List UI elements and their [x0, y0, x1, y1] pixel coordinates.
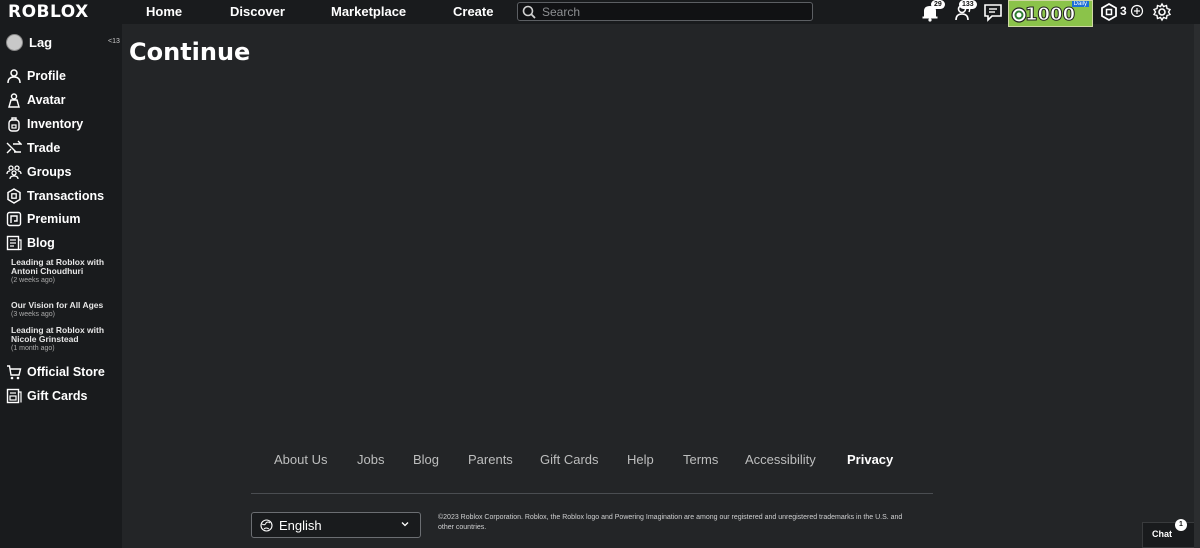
sidebar-item-transactions[interactable]: Transactions [6, 186, 104, 206]
globe-icon [260, 518, 273, 532]
sidebar-item-groups[interactable]: Groups [6, 162, 71, 182]
robux-button[interactable] [1099, 2, 1121, 22]
premium-icon [6, 211, 22, 227]
sidebar-item-profile[interactable]: Profile [6, 66, 66, 86]
sidebar-age-indicator: <13 [108, 38, 120, 45]
gear-icon [1152, 2, 1172, 22]
gift-card-icon [6, 388, 22, 404]
footer-link-jobs[interactable]: Jobs [357, 452, 384, 467]
daily-tag: Daily [1071, 1, 1089, 7]
backpack-icon [8, 117, 20, 132]
blog-post-title: Our Vision for All Ages [11, 300, 104, 310]
top-nav-bar: ROBLOX Home Discover Marketplace Create … [0, 0, 1200, 27]
footer-link-about-us[interactable]: About Us [274, 452, 327, 467]
sidebar-item-label: Trade [27, 141, 61, 155]
robux-icon [1101, 2, 1117, 22]
left-sidebar: Lag <13 Profile Avatar Inventory Trade G… [0, 24, 122, 548]
sidebar-item-trade[interactable]: Trade [6, 138, 60, 158]
nav-discover[interactable]: Discover [230, 4, 285, 19]
friends-badge: 133 [959, 0, 977, 9]
blog-post-link[interactable]: Our Vision for All Ages (3 weeks ago) [11, 301, 111, 319]
footer-link-terms[interactable]: Terms [683, 452, 718, 467]
sidebar-item-inventory[interactable]: Inventory [6, 114, 83, 134]
robux-hexagon-icon [7, 188, 21, 204]
buy-robux-button[interactable] [1130, 4, 1144, 18]
chat-badge: 1 [1175, 519, 1187, 531]
avatar [6, 34, 23, 51]
sidebar-item-blog[interactable]: Blog [6, 233, 55, 253]
profile-icon [7, 69, 21, 84]
nav-marketplace[interactable]: Marketplace [331, 4, 406, 19]
footer-link-blog[interactable]: Blog [413, 452, 439, 467]
notifications-button[interactable]: 29 [920, 0, 945, 22]
sidebar-item-label: Profile [27, 69, 66, 83]
footer-link-privacy[interactable]: Privacy [847, 452, 893, 467]
footer-divider [251, 493, 933, 494]
user-name: Lag [29, 35, 53, 50]
sidebar-item-avatar[interactable]: Avatar [6, 90, 65, 110]
daily-robux-promo[interactable]: 1000 Daily [1008, 0, 1093, 27]
footer-link-accessibility[interactable]: Accessibility [745, 452, 816, 467]
messages-button[interactable] [983, 2, 1005, 22]
avatar-icon [8, 93, 20, 108]
blog-post-link[interactable]: Leading at Roblox with Antoni Choudhuri … [11, 258, 111, 285]
shopping-cart-icon [7, 365, 22, 380]
blog-post-title: Leading at Roblox with Antoni Choudhuri [11, 257, 105, 276]
footer-link-help[interactable]: Help [627, 452, 654, 467]
sidebar-user[interactable]: Lag [6, 34, 52, 51]
footer-link-gift-cards[interactable]: Gift Cards [540, 452, 599, 467]
nav-home[interactable]: Home [146, 4, 182, 19]
robux-balance: 3 [1120, 4, 1127, 18]
page-title: Continue [129, 38, 251, 66]
notifications-badge: 29 [931, 0, 945, 9]
chat-button[interactable]: Chat 1 [1142, 519, 1200, 548]
blog-post-age: (1 month ago) [11, 345, 55, 352]
sidebar-item-label: Official Store [27, 365, 105, 379]
sidebar-item-label: Transactions [27, 189, 105, 203]
chevron-down-icon [401, 522, 409, 527]
nav-create[interactable]: Create [453, 4, 493, 19]
sidebar-item-label: Avatar [27, 93, 66, 107]
blog-post-link[interactable]: Leading at Roblox with Nicole Grinstead … [11, 326, 111, 353]
sidebar-item-premium[interactable]: Premium [6, 209, 81, 229]
roblox-logo[interactable]: ROBLOX [8, 2, 89, 22]
sidebar-item-label: Inventory [27, 117, 84, 131]
sidebar-item-label: Blog [27, 236, 55, 250]
page-scrollbar[interactable] [1194, 24, 1200, 548]
sidebar-item-label: Gift Cards [27, 389, 88, 403]
settings-button[interactable] [1152, 2, 1174, 22]
sidebar-item-label: Groups [27, 165, 72, 179]
blog-icon [6, 235, 22, 251]
sidebar-item-official-store[interactable]: Official Store [6, 362, 105, 382]
language-selector[interactable]: English [251, 512, 421, 538]
language-value: English [279, 517, 322, 533]
friends-button[interactable]: 133 [954, 0, 977, 22]
sidebar-item-gift-cards[interactable]: Gift Cards [6, 386, 87, 406]
copyright-text: ©2023 Roblox Corporation. Roblox, the Ro… [438, 514, 903, 531]
blog-post-age: (2 weeks ago) [11, 277, 55, 284]
trade-icon [6, 140, 22, 154]
blog-post-age: (3 weeks ago) [11, 311, 55, 318]
chat-bubble-icon [984, 4, 1002, 22]
sidebar-item-label: Premium [27, 212, 81, 226]
search-icon [522, 5, 536, 19]
blog-post-title: Leading at Roblox with Nicole Grinstead [11, 325, 105, 344]
groups-icon [6, 165, 22, 180]
plus-circle-icon [1130, 4, 1144, 18]
search-box[interactable] [517, 2, 813, 21]
chat-label: Chat [1152, 529, 1172, 539]
footer-link-parents[interactable]: Parents [468, 452, 513, 467]
daily-amount: 1000 [1024, 4, 1076, 26]
search-input[interactable] [542, 4, 802, 19]
